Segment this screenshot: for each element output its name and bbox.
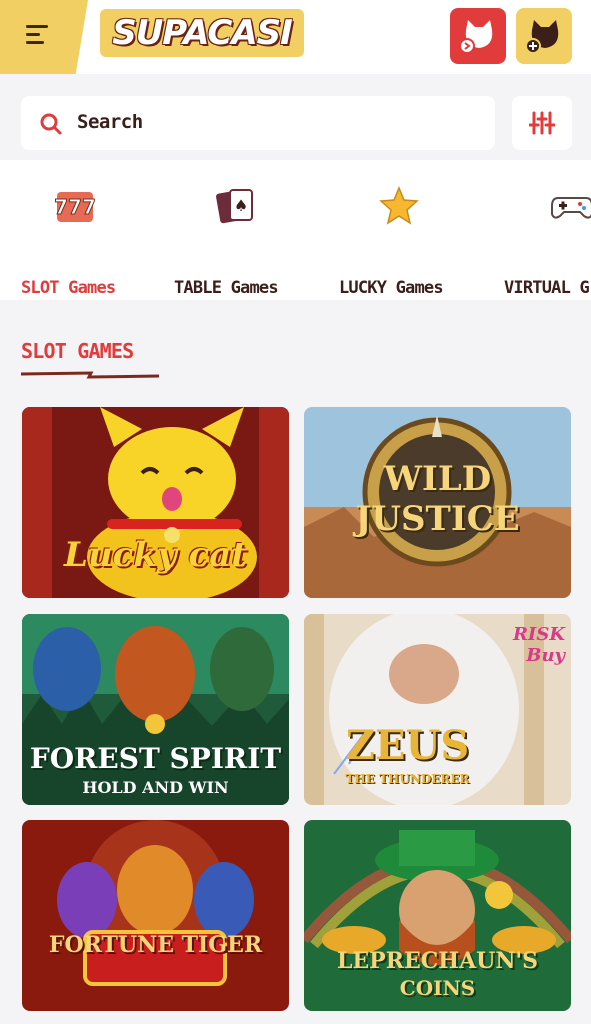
game-tile-zeus[interactable]: RISK Buy ZEUS THE THUNDERER bbox=[304, 614, 571, 805]
risk-buy-badge: RISK Buy bbox=[512, 624, 565, 666]
category-label: SLOT Games bbox=[21, 278, 116, 298]
category-bar: 777 SLOT Games ♠ TABLE Games LUCKY Games… bbox=[0, 160, 591, 300]
search-icon bbox=[40, 113, 62, 135]
game-tile-lucky-cat[interactable]: Lucky cat bbox=[22, 407, 289, 598]
top-header: SUPACASI bbox=[0, 0, 591, 74]
game-title: ZEUS bbox=[345, 722, 470, 769]
svg-text:777: 777 bbox=[54, 195, 96, 219]
game-subtitle: THE THUNDERER bbox=[345, 772, 470, 786]
category-lucky-games[interactable]: LUCKY Games bbox=[339, 184, 459, 298]
sliders-icon bbox=[529, 111, 555, 135]
register-button[interactable] bbox=[516, 8, 572, 64]
game-subtitle: HOLD AND WIN bbox=[82, 778, 229, 797]
game-tile-leprechauns-coins[interactable]: LEPRECHAUN'S COINS bbox=[304, 820, 571, 1011]
game-title: LEPRECHAUN'S bbox=[336, 948, 539, 974]
category-label: VIRTUAL G bbox=[504, 278, 590, 294]
slot-777-icon: 777 bbox=[54, 192, 96, 222]
title-underline bbox=[21, 371, 160, 379]
search-placeholder: Search bbox=[77, 111, 143, 133]
category-virtual-games[interactable]: VIRTUAL G bbox=[504, 184, 591, 294]
game-subtitle: COINS bbox=[399, 976, 476, 1000]
site-logo[interactable]: SUPACASI bbox=[100, 9, 304, 57]
game-title: Lucky cat bbox=[64, 535, 247, 575]
search-input[interactable]: Search bbox=[21, 96, 495, 150]
fortune-tiger-artwork bbox=[22, 820, 289, 1011]
login-button[interactable] bbox=[450, 8, 506, 64]
star-icon bbox=[379, 186, 419, 225]
game-tile-forest-spirit[interactable]: FOREST SPIRIT HOLD AND WIN bbox=[22, 614, 289, 805]
cat-register-icon bbox=[525, 20, 559, 54]
filter-button[interactable] bbox=[512, 96, 572, 150]
game-title: WILD JUSTICE bbox=[355, 459, 520, 539]
forest-spirit-artwork bbox=[22, 614, 289, 805]
game-title: FOREST SPIRIT bbox=[29, 742, 282, 775]
category-table-games[interactable]: ♠ TABLE Games bbox=[174, 184, 294, 298]
menu-button[interactable] bbox=[0, 0, 88, 74]
category-label: LUCKY Games bbox=[339, 278, 444, 298]
game-tile-wild-justice[interactable]: WILD JUSTICE bbox=[304, 407, 571, 598]
svg-text:♠: ♠ bbox=[234, 196, 248, 215]
game-tile-fortune-tiger[interactable]: FORTUNE TIGER bbox=[22, 820, 289, 1011]
playing-cards-icon: ♠ bbox=[216, 189, 253, 224]
category-label: TABLE Games bbox=[174, 278, 279, 298]
section-title: SLOT GAMES bbox=[21, 339, 134, 363]
gamepad-icon bbox=[551, 197, 591, 219]
cat-login-icon bbox=[459, 20, 493, 54]
hamburger-icon bbox=[26, 25, 48, 49]
game-title: FORTUNE TIGER bbox=[48, 932, 263, 958]
category-slot-games[interactable]: 777 SLOT Games bbox=[21, 184, 131, 298]
